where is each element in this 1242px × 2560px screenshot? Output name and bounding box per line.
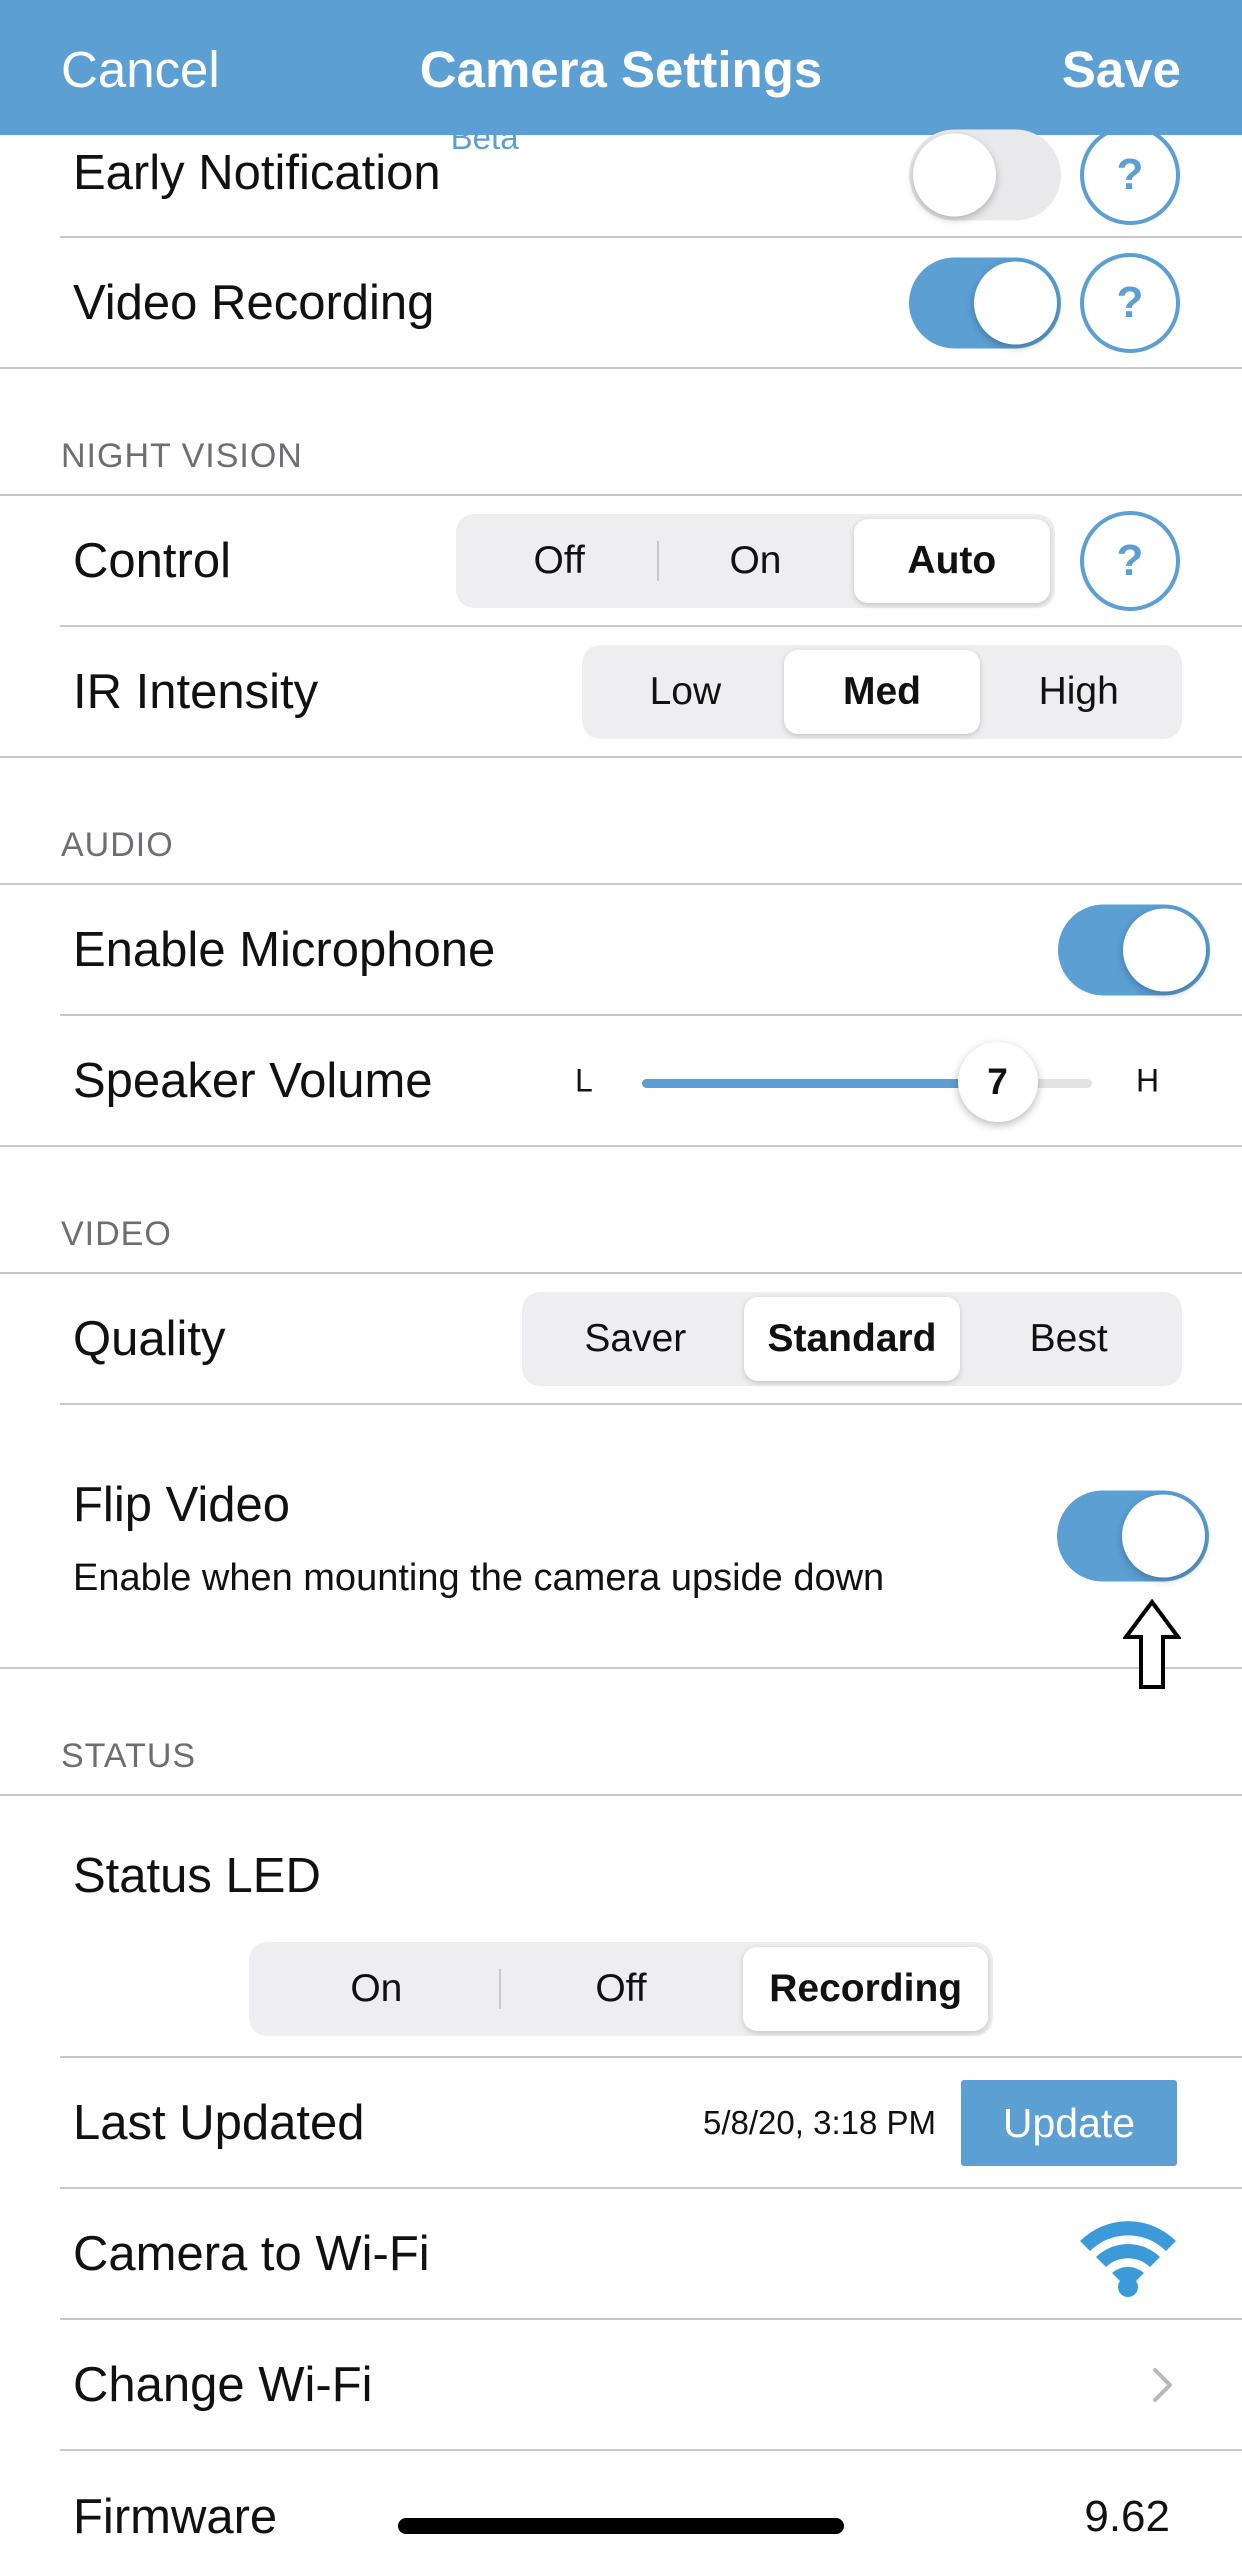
segment-led-off[interactable]: Off — [498, 1947, 744, 2031]
help-icon[interactable]: ? — [1080, 125, 1180, 225]
section-header-status: STATUS — [61, 1737, 197, 1775]
ir-intensity-label: IR Intensity — [73, 664, 319, 719]
settings-list: Early Notification Beta ? Video Recordin… — [0, 119, 1242, 2560]
flip-video-label: Flip Video — [73, 1478, 291, 1532]
change-wifi-row[interactable]: Change Wi-Fi — [60, 2320, 1242, 2451]
early-notification-toggle[interactable] — [909, 129, 1061, 221]
firmware-row: Firmware 9.62 — [60, 2451, 1242, 2560]
quality-row: Quality Saver Standard Best — [60, 1274, 1242, 1405]
toggle-knob — [1123, 908, 1206, 991]
microphone-row: Enable Microphone — [60, 885, 1242, 1016]
beta-badge: Beta — [450, 119, 519, 156]
firmware-label: Firmware — [73, 2489, 278, 2544]
last-updated-date: 5/8/20, 3:18 PM — [703, 2103, 936, 2141]
firmware-value: 9.62 — [1084, 2491, 1170, 2541]
flip-video-row: Flip Video Enable when mounting the came… — [0, 1405, 1242, 1689]
toggle-knob — [913, 133, 996, 217]
early-notification-label-wrap: Early Notification Beta — [73, 119, 519, 201]
nav-bar: Cancel Camera Settings Save — [0, 0, 1242, 135]
flip-video-toggle[interactable] — [1057, 1490, 1209, 1582]
page-title: Camera Settings — [419, 41, 823, 98]
section-header-video: VIDEO — [61, 1215, 172, 1253]
slider-thumb[interactable]: 7 — [957, 1042, 1038, 1122]
early-notification-row: Early Notification Beta ? — [60, 119, 1242, 238]
ir-intensity-row: IR Intensity Low Med High — [0, 627, 1242, 758]
early-notification-label: Early Notification — [73, 146, 441, 200]
control-label: Control — [73, 533, 231, 588]
segment-led-recording[interactable]: Recording — [743, 1947, 989, 2031]
slider-high-label: H — [1136, 1062, 1160, 1098]
help-icon[interactable]: ? — [1080, 252, 1180, 353]
cancel-button[interactable]: Cancel — [61, 40, 220, 99]
slider-low-label: L — [575, 1062, 593, 1098]
segment-high[interactable]: High — [980, 650, 1177, 734]
save-button[interactable]: Save — [1062, 40, 1181, 99]
night-vision-section: NIGHT VISION — [0, 369, 1242, 496]
update-button[interactable]: Update — [961, 2079, 1177, 2166]
segment-led-on[interactable]: On — [254, 1947, 499, 2031]
section-header-night-vision: NIGHT VISION — [61, 437, 303, 475]
ir-intensity-segmented: Low Med High — [582, 644, 1182, 739]
section-header-audio: AUDIO — [61, 826, 174, 864]
quality-label: Quality — [73, 1311, 226, 1366]
segment-on[interactable]: On — [657, 519, 853, 603]
slider-fill — [642, 1079, 998, 1088]
flip-video-description: Enable when mounting the camera upside d… — [73, 1557, 885, 1599]
segment-auto[interactable]: Auto — [853, 518, 1050, 603]
speaker-volume-label: Speaker Volume — [73, 1053, 433, 1108]
status-led-segmented: On Off Recording — [249, 1942, 993, 2036]
status-section: STATUS — [0, 1669, 1242, 1796]
quality-segmented: Saver Standard Best — [522, 1291, 1182, 1386]
last-updated-label: Last Updated — [73, 2095, 365, 2150]
camera-wifi-row: Camera to Wi-Fi — [60, 2189, 1242, 2320]
last-updated-row: Last Updated 5/8/20, 3:18 PM Update — [60, 2058, 1242, 2189]
segment-saver[interactable]: Saver — [527, 1297, 744, 1381]
segment-standard[interactable]: Standard — [743, 1296, 961, 1381]
microphone-label: Enable Microphone — [73, 922, 496, 977]
camera-wifi-label: Camera to Wi-Fi — [73, 2226, 430, 2281]
segment-med[interactable]: Med — [783, 649, 981, 734]
change-wifi-label: Change Wi-Fi — [73, 2357, 373, 2412]
video-recording-row: Video Recording ? — [0, 238, 1242, 369]
video-section: VIDEO — [0, 1147, 1242, 1274]
status-led-label: Status LED — [73, 1849, 321, 1903]
video-recording-label: Video Recording — [73, 275, 435, 330]
microphone-toggle[interactable] — [1058, 904, 1210, 995]
night-vision-control-segmented: Off On Auto — [456, 513, 1055, 608]
video-recording-toggle[interactable] — [909, 257, 1061, 348]
help-icon[interactable]: ? — [1080, 510, 1180, 611]
segment-off[interactable]: Off — [461, 519, 657, 603]
toggle-knob — [1122, 1494, 1205, 1578]
control-row: Control Off On Auto ? — [60, 496, 1242, 627]
chevron-right-icon — [1153, 2367, 1172, 2402]
home-indicator — [398, 2518, 844, 2534]
segment-low[interactable]: Low — [587, 650, 784, 734]
audio-section: AUDIO — [0, 758, 1242, 885]
speaker-volume-row: Speaker Volume L 7 H — [0, 1016, 1242, 1147]
status-led-row: Status LED On Off Recording — [60, 1796, 1242, 2058]
wifi-signal-icon — [1080, 2220, 1176, 2297]
toggle-knob — [974, 261, 1057, 344]
segment-best[interactable]: Best — [960, 1297, 1177, 1381]
